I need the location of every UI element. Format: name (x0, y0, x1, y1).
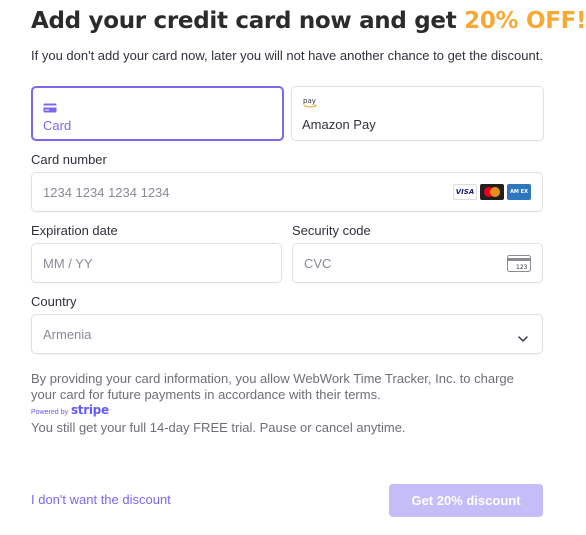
amazon-pay-icon-text: pay (303, 97, 316, 105)
decline-discount-link[interactable]: I don't want the discount (31, 492, 171, 507)
country-label: Country (31, 294, 77, 309)
title-text: Add your credit card now and get (31, 8, 457, 34)
page-title: Add your credit card now and get 20% OFF… (31, 8, 586, 34)
amazon-pay-icon: pay (302, 95, 318, 114)
credit-card-icon (43, 100, 57, 118)
tab-card[interactable]: Card (31, 86, 284, 141)
tab-amazon-pay[interactable]: pay Amazon Pay (291, 86, 544, 141)
amex-icon: AM EX (507, 184, 531, 200)
country-select[interactable]: Armenia (31, 314, 543, 354)
stripe-logo: stripe (70, 403, 109, 417)
card-brands: VISA AM EX (453, 184, 531, 200)
card-number-label: Card number (31, 152, 107, 167)
chevron-down-icon (518, 330, 528, 348)
security-code-label: Security code (292, 223, 371, 238)
card-number-input[interactable]: 1234 1234 1234 1234 VISA AM EX (31, 172, 543, 212)
page-subtitle: If you don't add your card now, later yo… (31, 48, 543, 63)
visa-icon: VISA (453, 184, 477, 200)
get-discount-button[interactable]: Get 20% discount (389, 484, 543, 517)
cvc-card-icon: 123 (507, 255, 531, 278)
powered-by-stripe[interactable]: Powered by stripe (31, 403, 109, 417)
card-number-placeholder: 1234 1234 1234 1234 (43, 185, 170, 200)
tab-card-label: Card (43, 118, 72, 133)
legal-text: By providing your card information, you … (31, 371, 514, 402)
discount-highlight: 20% OFF! (464, 8, 586, 34)
cvc-icon-text: 123 (516, 264, 528, 271)
expiration-label: Expiration date (31, 223, 118, 238)
mastercard-icon (480, 184, 504, 200)
expiration-input[interactable]: MM / YY (31, 243, 282, 283)
tab-amazon-pay-label: Amazon Pay (302, 117, 376, 132)
security-code-placeholder: CVC (304, 256, 332, 271)
security-code-input[interactable]: CVC 123 (292, 243, 543, 283)
expiration-placeholder: MM / YY (43, 256, 93, 271)
trial-notice: You still get your full 14-day FREE tria… (31, 420, 406, 435)
powered-by-label: Powered by (31, 409, 68, 416)
country-value: Armenia (43, 327, 92, 342)
